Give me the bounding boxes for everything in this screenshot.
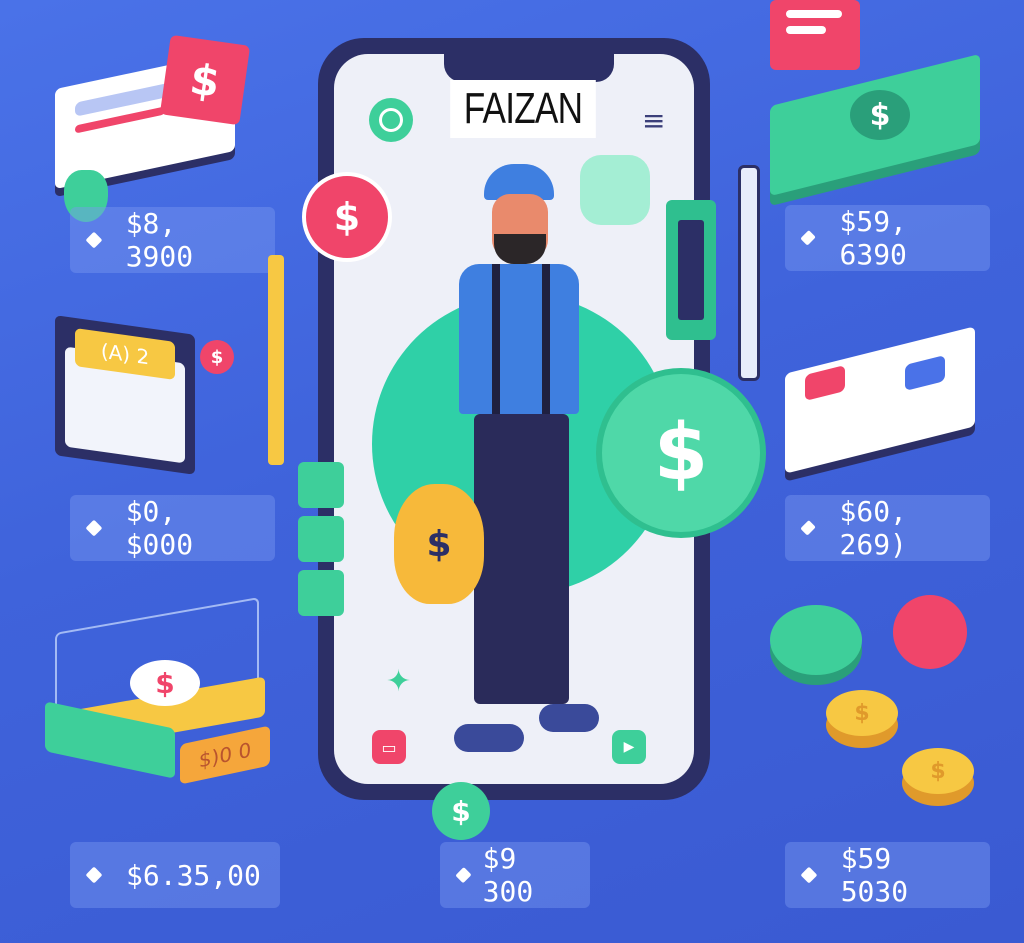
home-tool-button[interactable] [298, 570, 344, 616]
diamond-icon [455, 867, 472, 883]
alert-monitor-icon [770, 0, 860, 70]
gold-coin-2: $ [902, 748, 974, 794]
side-panel [666, 200, 716, 340]
phone-notch [444, 54, 614, 82]
banknote-illustration: $ [770, 53, 990, 197]
dollar-icon: $ [200, 340, 234, 374]
app-title: FAIZAN [450, 80, 596, 138]
amount-pill-left-1: $8, 3900 [70, 207, 275, 273]
dollar-coin-small-green: $ [432, 782, 490, 840]
amount-pill-right-1: $59, 6390 [785, 205, 990, 271]
dollar-icon: $ [130, 660, 200, 706]
gold-coin-1: $ [826, 690, 898, 736]
pen-icon [738, 165, 760, 381]
amount-pill-left-3: $6.35,00 [70, 842, 280, 908]
dollar-coin-pink: $ [302, 172, 392, 262]
stack-label: $)0 0 [180, 725, 270, 785]
logo-icon[interactable] [369, 98, 413, 142]
coin-stack-green [770, 605, 862, 675]
play-button[interactable]: ▶ [612, 730, 646, 764]
dollar-icon: $ [159, 34, 251, 126]
diamond-icon [800, 866, 818, 884]
book-illustration: (A) 2 $ [55, 305, 235, 475]
paper-stack-illustration: $ [55, 34, 251, 190]
diamond-icon [85, 519, 103, 537]
menu-icon[interactable]: ≡ [642, 104, 665, 137]
diamond-icon [85, 231, 103, 249]
side-toolbar [298, 462, 346, 622]
amount-pill-right-2: $60, 269) [785, 495, 990, 561]
pencil-icon [268, 255, 284, 465]
leaf-tool-button[interactable] [298, 462, 344, 508]
shield-icon [580, 155, 650, 225]
money-bag-icon: $ [394, 484, 484, 604]
cup-tool-button[interactable] [298, 516, 344, 562]
report-illustration [775, 300, 985, 474]
amount-pill-left-2: $0, $000 [70, 495, 275, 561]
lightbulb-icon [893, 595, 967, 669]
cash-stack-illustration: $)0 0 $ [45, 595, 275, 805]
dollar-icon: $ [850, 90, 910, 140]
dollar-coin-large-green[interactable]: $ [596, 368, 766, 538]
gallery-button[interactable]: ▭ [372, 730, 406, 764]
amount-pill-right-3: $59 5030 [785, 842, 990, 908]
diamond-icon [85, 866, 103, 884]
diamond-icon [800, 230, 817, 246]
sparkle-icon: ✦ [386, 664, 412, 699]
amount-pill-center: $9 300 [440, 842, 590, 908]
diamond-icon [800, 520, 817, 536]
